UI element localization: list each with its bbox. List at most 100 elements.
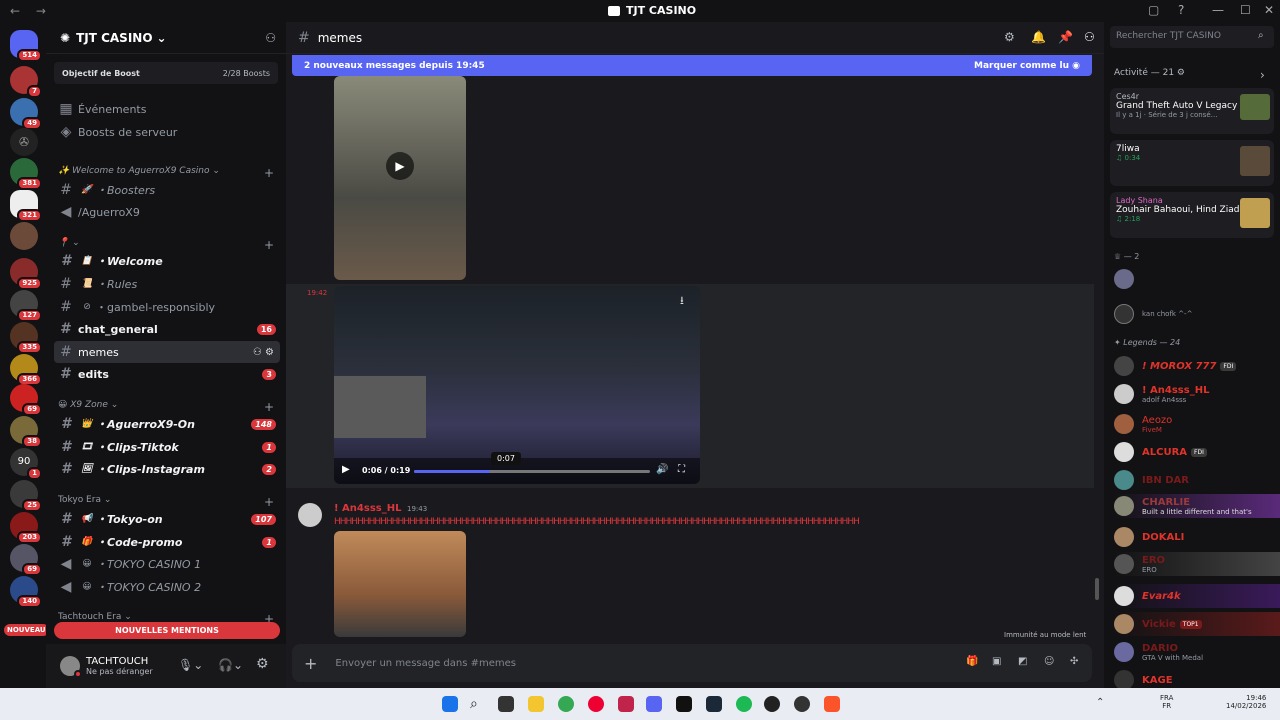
channel-rules[interactable]: # 📜 ・ Rules <box>54 273 280 295</box>
tray-chevron-icon[interactable]: ⌃ <box>1096 697 1104 708</box>
channel-code-promo[interactable]: # 🎁 ・ Code-promo 1 <box>54 531 280 553</box>
discord-icon[interactable] <box>646 696 662 712</box>
activity-card[interactable]: Ces4r Grand Theft Auto V Legacy Il y a 1… <box>1110 88 1274 134</box>
activity-card[interactable]: Lady Shana Zouhair Bahaoui, Hind Ziadi ♫… <box>1110 192 1274 238</box>
channel-boosters[interactable]: # 🚀 ・ Boosters <box>54 179 280 201</box>
server-icon[interactable]: 925 <box>10 258 42 290</box>
server-icon[interactable]: 25 <box>10 480 42 512</box>
download-icon[interactable]: ⭳ <box>680 292 684 311</box>
guild-header[interactable]: ✺ TJT CASINO ⌄ ⚇ <box>46 22 286 54</box>
bell-icon[interactable]: 🔔 <box>1031 30 1046 44</box>
server-icon[interactable]: 140 <box>10 576 42 608</box>
category-header[interactable]: 😀 X9 Zone ⌄ + <box>58 400 274 414</box>
add-channel-icon[interactable]: + <box>264 166 274 180</box>
avatar[interactable] <box>298 503 322 527</box>
pin-icon[interactable]: 📌 <box>1058 30 1073 44</box>
brave-icon[interactable] <box>824 696 840 712</box>
activity-card[interactable]: 7liwa ♫ 0:34 <box>1110 140 1274 186</box>
channel-aguerrox9[interactable]: ◀/AguerroX9 <box>54 201 280 223</box>
video-thumbnail[interactable]: ▶ <box>334 76 466 280</box>
member-item[interactable]: ! MOROX 777 FDI <box>1114 354 1280 378</box>
server-icon[interactable]: 69 <box>10 544 42 576</box>
attach-plus-icon[interactable]: + <box>304 654 317 673</box>
member-item[interactable] <box>1114 267 1280 291</box>
boost-goal[interactable]: Objectif de Boost 2/28 Boosts <box>54 62 278 84</box>
channel-edits[interactable]: # edits 3 <box>54 363 280 385</box>
server-icon[interactable]: 321 <box>10 190 42 222</box>
member-item[interactable]: ALCURA FDI <box>1114 440 1280 464</box>
inbox-icon[interactable]: ▢ <box>1148 3 1159 17</box>
member-item[interactable]: DARIO GTA V with Medal <box>1114 640 1280 664</box>
message-author[interactable]: ! An4sss_HL <box>334 503 401 514</box>
chevron-right-icon[interactable]: › <box>1260 68 1265 82</box>
windows-start-icon[interactable] <box>442 696 458 712</box>
channel-clips-tiktok[interactable]: # 🎞 ・ Clips-Tiktok 1 <box>54 436 280 458</box>
microphone-icon[interactable]: 🎙⌄ <box>178 658 203 672</box>
file-explorer-icon[interactable] <box>528 696 544 712</box>
search-icon[interactable]: ⌕ <box>470 696 486 712</box>
channel-aguerrox9-on[interactable]: # 👑 ・ AguerroX9-On 148 <box>54 413 280 435</box>
channel-tokyo-on[interactable]: # 📢 ・ Tokyo-on 107 <box>54 508 280 530</box>
server-icon[interactable]: 90 1 <box>10 448 42 480</box>
server-icon[interactable]: 69 <box>10 384 42 416</box>
add-member-icon[interactable]: ⚇ <box>265 31 276 45</box>
chrome-icon[interactable] <box>558 696 574 712</box>
emoji-icon[interactable]: ☺ <box>1044 656 1054 667</box>
server-icon[interactable]: 38 <box>10 416 42 448</box>
channel-memes[interactable]: # memes ⚇ ⚙ <box>54 341 280 363</box>
fullscreen-icon[interactable]: ⛶ <box>678 464 685 475</box>
server-icon[interactable] <box>10 222 38 250</box>
category-header[interactable]: Tachtouch Era ⌄ + <box>58 612 274 626</box>
gif-icon[interactable]: ▣ <box>992 656 1001 667</box>
server-icon[interactable]: 335 <box>10 322 42 354</box>
steam-icon[interactable] <box>706 696 722 712</box>
gift-icon[interactable]: 🎁 <box>966 656 978 667</box>
new-mentions-pill[interactable]: NOUVELLES MENTIONS <box>54 622 280 639</box>
maximize-button[interactable]: ☐ <box>1240 3 1251 17</box>
play-icon[interactable]: ▶ <box>342 464 350 475</box>
voice-channel-1[interactable]: ◀ 😀 ・ TOKYO CASINO 1 <box>54 553 280 575</box>
help-icon[interactable]: ? <box>1178 3 1184 17</box>
category-header[interactable]: 📍 ⌄ + <box>58 238 274 252</box>
channel-settings-icon[interactable]: ⚇ ⚙ <box>253 347 274 358</box>
openai-icon[interactable]: ✇ <box>10 128 38 156</box>
apps-icon[interactable]: ✣ <box>1070 656 1078 667</box>
channel-clips-instagram[interactable]: # 🖼 ・ Clips-Instagram 2 <box>54 458 280 480</box>
member-item[interactable]: IBN DAR <box>1114 468 1280 492</box>
volume-icon[interactable]: 🔊 <box>656 464 668 475</box>
mark-read-button[interactable]: Marquer comme lu ◉ <box>974 61 1080 71</box>
new-indicator[interactable]: NOUVEAU <box>4 624 49 636</box>
image-attachment[interactable] <box>334 531 466 637</box>
server-boosts-link[interactable]: ◈ Boosts de serveur <box>54 121 280 143</box>
server-icon[interactable]: 49 <box>10 98 42 130</box>
category-header[interactable]: ✨ Welcome to AguerroX9 Casino ⌄ + <box>58 166 274 180</box>
avatar[interactable] <box>60 656 82 678</box>
close-button[interactable]: ✕ <box>1264 3 1274 17</box>
server-icon[interactable]: 7 <box>10 66 42 98</box>
minimize-button[interactable]: — <box>1212 3 1224 17</box>
member-item[interactable]: Evar4k <box>1114 584 1280 608</box>
member-list-icon[interactable]: ⚇ <box>1084 30 1095 44</box>
app-icon[interactable] <box>676 696 692 712</box>
settings-gear-icon[interactable]: ⚙ <box>256 656 269 672</box>
scrollbar-thumb[interactable] <box>1095 578 1099 600</box>
seek-bar[interactable] <box>414 470 650 473</box>
member-item[interactable]: Aeozo FiveM <box>1114 412 1280 436</box>
server-icon[interactable]: 127 <box>10 290 42 322</box>
server-icon[interactable]: 514 <box>10 30 42 62</box>
category-header[interactable]: Tokyo Era ⌄ + <box>58 495 274 509</box>
language-indicator[interactable]: FRA FR <box>1160 694 1173 710</box>
new-messages-banner[interactable]: 2 nouveaux messages depuis 19:45 Marquer … <box>292 55 1092 76</box>
member-item[interactable]: Vickie TOP1 <box>1114 612 1280 636</box>
opera-icon[interactable] <box>588 696 604 712</box>
headset-icon[interactable]: 🎧⌄ <box>218 658 243 672</box>
app-icon[interactable] <box>794 696 810 712</box>
member-item[interactable]: kan chofk ^-^ <box>1114 302 1280 326</box>
message-input[interactable]: Envoyer un message dans #memes <box>335 658 516 669</box>
task-view-icon[interactable] <box>498 696 514 712</box>
member-item[interactable]: ! An4sss_HL adolf An4sss <box>1114 382 1280 406</box>
nav-arrows[interactable]: ← → <box>10 4 52 18</box>
threads-icon[interactable]: ⚙ <box>1004 30 1015 44</box>
channel-gambel[interactable]: # ⊘ ・ gambel-responsibly <box>54 296 280 318</box>
voice-channel-2[interactable]: ◀ 😀 ・ TOKYO CASINO 2 <box>54 576 280 598</box>
